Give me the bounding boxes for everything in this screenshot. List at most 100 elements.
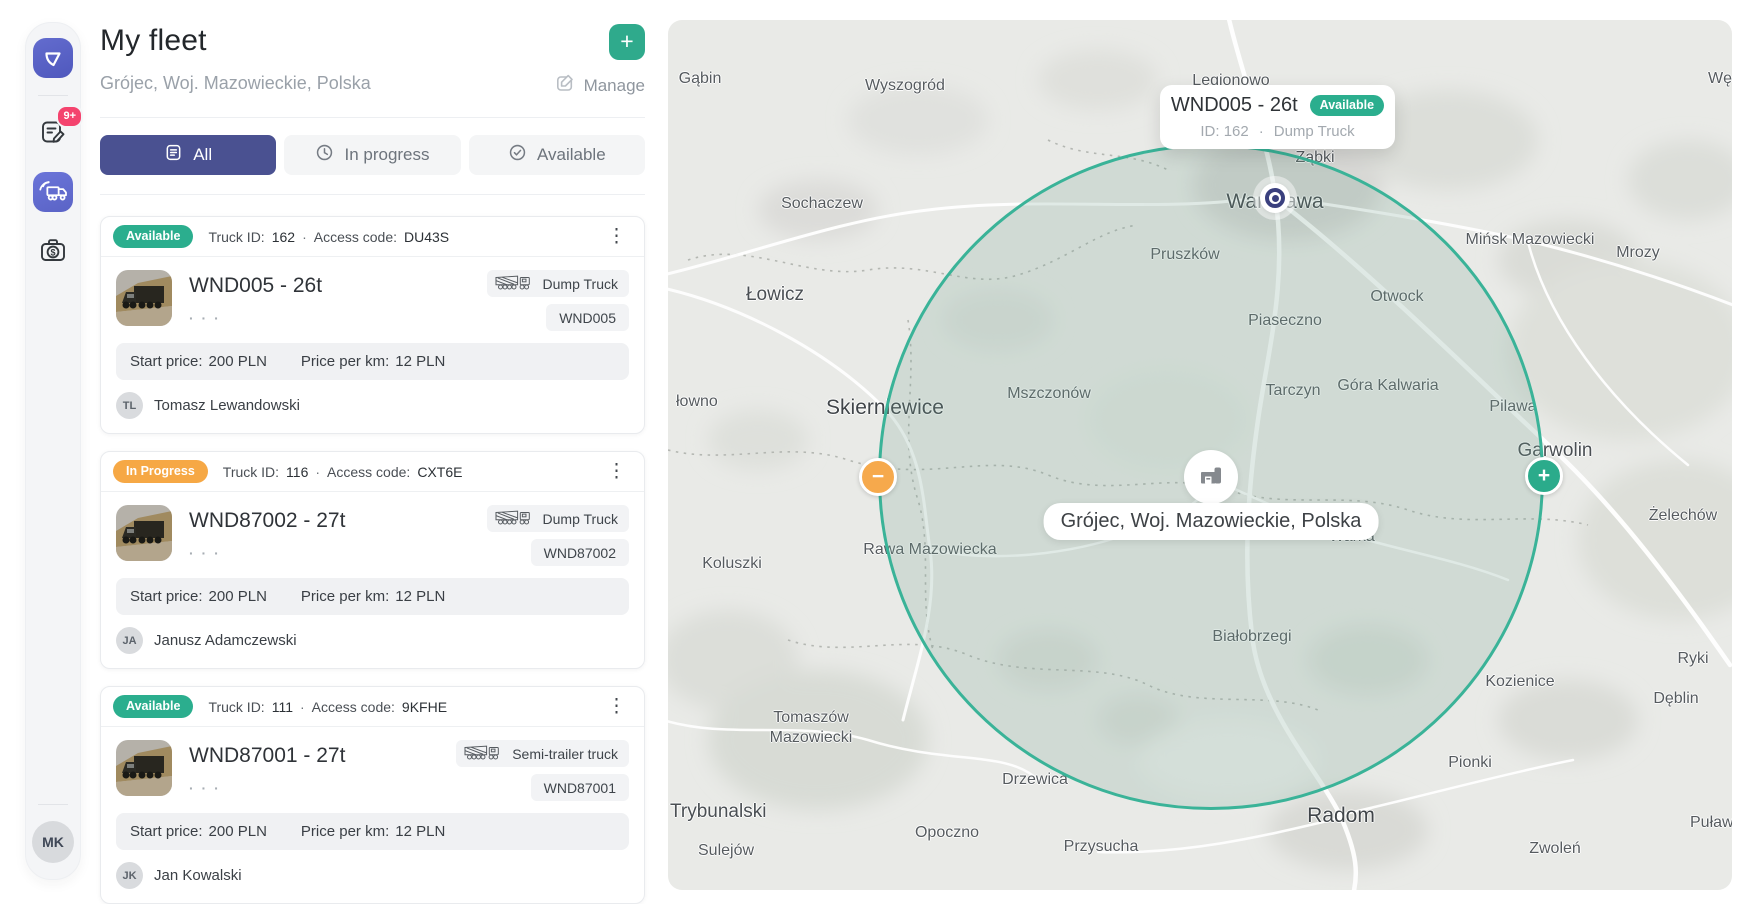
truck-type-label: Semi-trailer truck xyxy=(512,746,618,762)
price-strip: Start price:200 PLN Price per km:12 PLN xyxy=(116,813,629,850)
truck-photo xyxy=(116,505,172,561)
page-title: My fleet xyxy=(100,24,371,58)
divider xyxy=(100,194,645,195)
truck-card[interactable]: In Progress Truck ID:116 · Access code:C… xyxy=(100,451,645,669)
manage-button[interactable]: Manage xyxy=(555,73,645,98)
app-logo[interactable] xyxy=(33,38,73,78)
fleet-base-marker[interactable] xyxy=(1184,450,1238,504)
map-city-label: Wyszogród xyxy=(865,76,945,96)
truck-card[interactable]: Available Truck ID:111 · Access code:9KF… xyxy=(100,686,645,904)
popup-truck-type: Dump Truck xyxy=(1274,123,1355,140)
card-menu-button[interactable]: ⋮ xyxy=(603,225,630,248)
map-city-label: Puławy xyxy=(1690,813,1732,833)
card-menu-button[interactable]: ⋮ xyxy=(603,695,630,718)
popup-truck-name: WND005 - 26t xyxy=(1171,94,1298,117)
filter-tabs: All In progress Available xyxy=(100,135,645,175)
divider xyxy=(100,117,645,118)
truck-type-badge: Dump Truck xyxy=(487,270,629,297)
truck-meta: Truck ID:116 · Access code:CXT6E xyxy=(223,464,463,480)
map-city-label: Tomaszów Mazowiecki xyxy=(770,708,853,748)
truncated-description: · · · xyxy=(189,780,345,796)
sidebar-item-orders[interactable]: 9+ xyxy=(33,113,73,153)
map-city-label: Węgrów xyxy=(1708,69,1732,89)
add-truck-button[interactable]: + xyxy=(609,24,645,60)
truck-plate-badge: WND005 xyxy=(546,304,629,331)
fleet-location: Grójec, Woj. Mazowieckie, Polska xyxy=(100,73,371,94)
tab-all-label: All xyxy=(193,145,212,165)
map-city-label: Żelechów xyxy=(1649,506,1717,526)
driver-avatar: JA xyxy=(116,627,143,654)
map-city-label: Łowicz xyxy=(746,283,804,307)
semi-trailer-truck-icon xyxy=(463,743,503,764)
truck-name: WND005 - 26t xyxy=(189,274,322,298)
money-case-icon: $ xyxy=(38,236,68,267)
warehouse-icon xyxy=(1198,462,1224,493)
driver-name: Janusz Adamczewski xyxy=(154,632,297,649)
map-city-label: Koluszki xyxy=(702,554,762,574)
truck-type-badge: Semi-trailer truck xyxy=(456,740,629,767)
svg-text:$: $ xyxy=(50,247,55,257)
edit-pencil-icon xyxy=(555,73,575,98)
truck-name: WND87002 - 27t xyxy=(189,509,345,533)
map-city-label: Przysucha xyxy=(1064,837,1139,857)
truck-meta: Truck ID:162 · Access code:DU43S xyxy=(208,229,449,245)
tab-available[interactable]: Available xyxy=(469,135,645,175)
popup-status-badge: Available xyxy=(1310,95,1384,116)
tab-available-label: Available xyxy=(537,145,606,165)
truck-photo xyxy=(116,270,172,326)
truck-meta: Truck ID:111 · Access code:9KFHE xyxy=(208,699,447,715)
truck-type-label: Dump Truck xyxy=(543,276,618,292)
popup-separator: · xyxy=(1259,123,1264,140)
check-circle-icon xyxy=(508,143,527,167)
map-canvas[interactable]: GąbinWyszogródLegionowoWęgrówZąbkiSochac… xyxy=(668,20,1732,890)
fleet-panel: My fleet Grójec, Woj. Mazowieckie, Polsk… xyxy=(100,24,645,904)
map-city-label: Trybunalski xyxy=(670,800,766,824)
fleet-location-label: Grójec, Woj. Mazowieckie, Polska xyxy=(1044,503,1379,540)
notification-badge: 9+ xyxy=(56,105,83,128)
truck-name: WND87001 - 27t xyxy=(189,744,345,768)
document-icon xyxy=(164,143,183,167)
logo-icon xyxy=(41,45,65,72)
sidebar-bottom: MK xyxy=(32,804,74,879)
map-city-label: Gąbin xyxy=(679,69,722,89)
map-city-label: Radom xyxy=(1307,803,1375,829)
driver-name: Tomasz Lewandowski xyxy=(154,397,300,414)
price-strip: Start price:200 PLN Price per km:12 PLN xyxy=(116,343,629,380)
driver-avatar: TL xyxy=(116,392,143,419)
sidebar-divider xyxy=(38,95,68,96)
dump-truck-icon xyxy=(494,508,534,529)
radius-increase-button[interactable]: + xyxy=(1525,457,1563,495)
radius-decrease-button[interactable]: − xyxy=(859,458,897,496)
map-city-label: Zwoleń xyxy=(1529,839,1581,859)
dump-truck-icon xyxy=(494,273,534,294)
truck-card[interactable]: Available Truck ID:162 · Access code:DU4… xyxy=(100,216,645,434)
tab-in-progress[interactable]: In progress xyxy=(284,135,460,175)
user-avatar[interactable]: MK xyxy=(32,821,74,863)
marker-ring xyxy=(1265,188,1285,208)
truck-plate-badge: WND87002 xyxy=(531,539,629,566)
map-city-label: Opoczno xyxy=(915,823,979,843)
driver-row: JA Janusz Adamczewski xyxy=(101,615,644,668)
truck-type-badge: Dump Truck xyxy=(487,505,629,532)
tab-all[interactable]: All xyxy=(100,135,276,175)
truck-location-marker[interactable] xyxy=(1260,183,1290,213)
card-menu-button[interactable]: ⋮ xyxy=(603,460,630,483)
driver-row: JK Jan Kowalski xyxy=(101,850,644,903)
truck-tracking-icon xyxy=(37,177,69,208)
driver-row: TL Tomasz Lewandowski xyxy=(101,380,644,433)
map-city-label: Dęblin xyxy=(1653,689,1698,709)
truck-type-label: Dump Truck xyxy=(543,511,618,527)
truck-list: Available Truck ID:162 · Access code:DU4… xyxy=(100,216,645,904)
driver-name: Jan Kowalski xyxy=(154,867,242,884)
truck-photo xyxy=(116,740,172,796)
sidebar-item-fleet[interactable] xyxy=(33,172,73,212)
sidebar-item-finance[interactable]: $ xyxy=(33,231,73,271)
status-badge: In Progress xyxy=(113,460,208,483)
map-city-label: Kozienice xyxy=(1485,672,1554,692)
map-city-label: Pionki xyxy=(1448,753,1492,773)
driver-avatar: JK xyxy=(116,862,143,889)
map-city-label: Sulejów xyxy=(698,841,754,861)
truck-plate-badge: WND87001 xyxy=(531,774,629,801)
map-city-label: Sochaczew xyxy=(781,194,863,214)
status-badge: Available xyxy=(113,225,193,248)
